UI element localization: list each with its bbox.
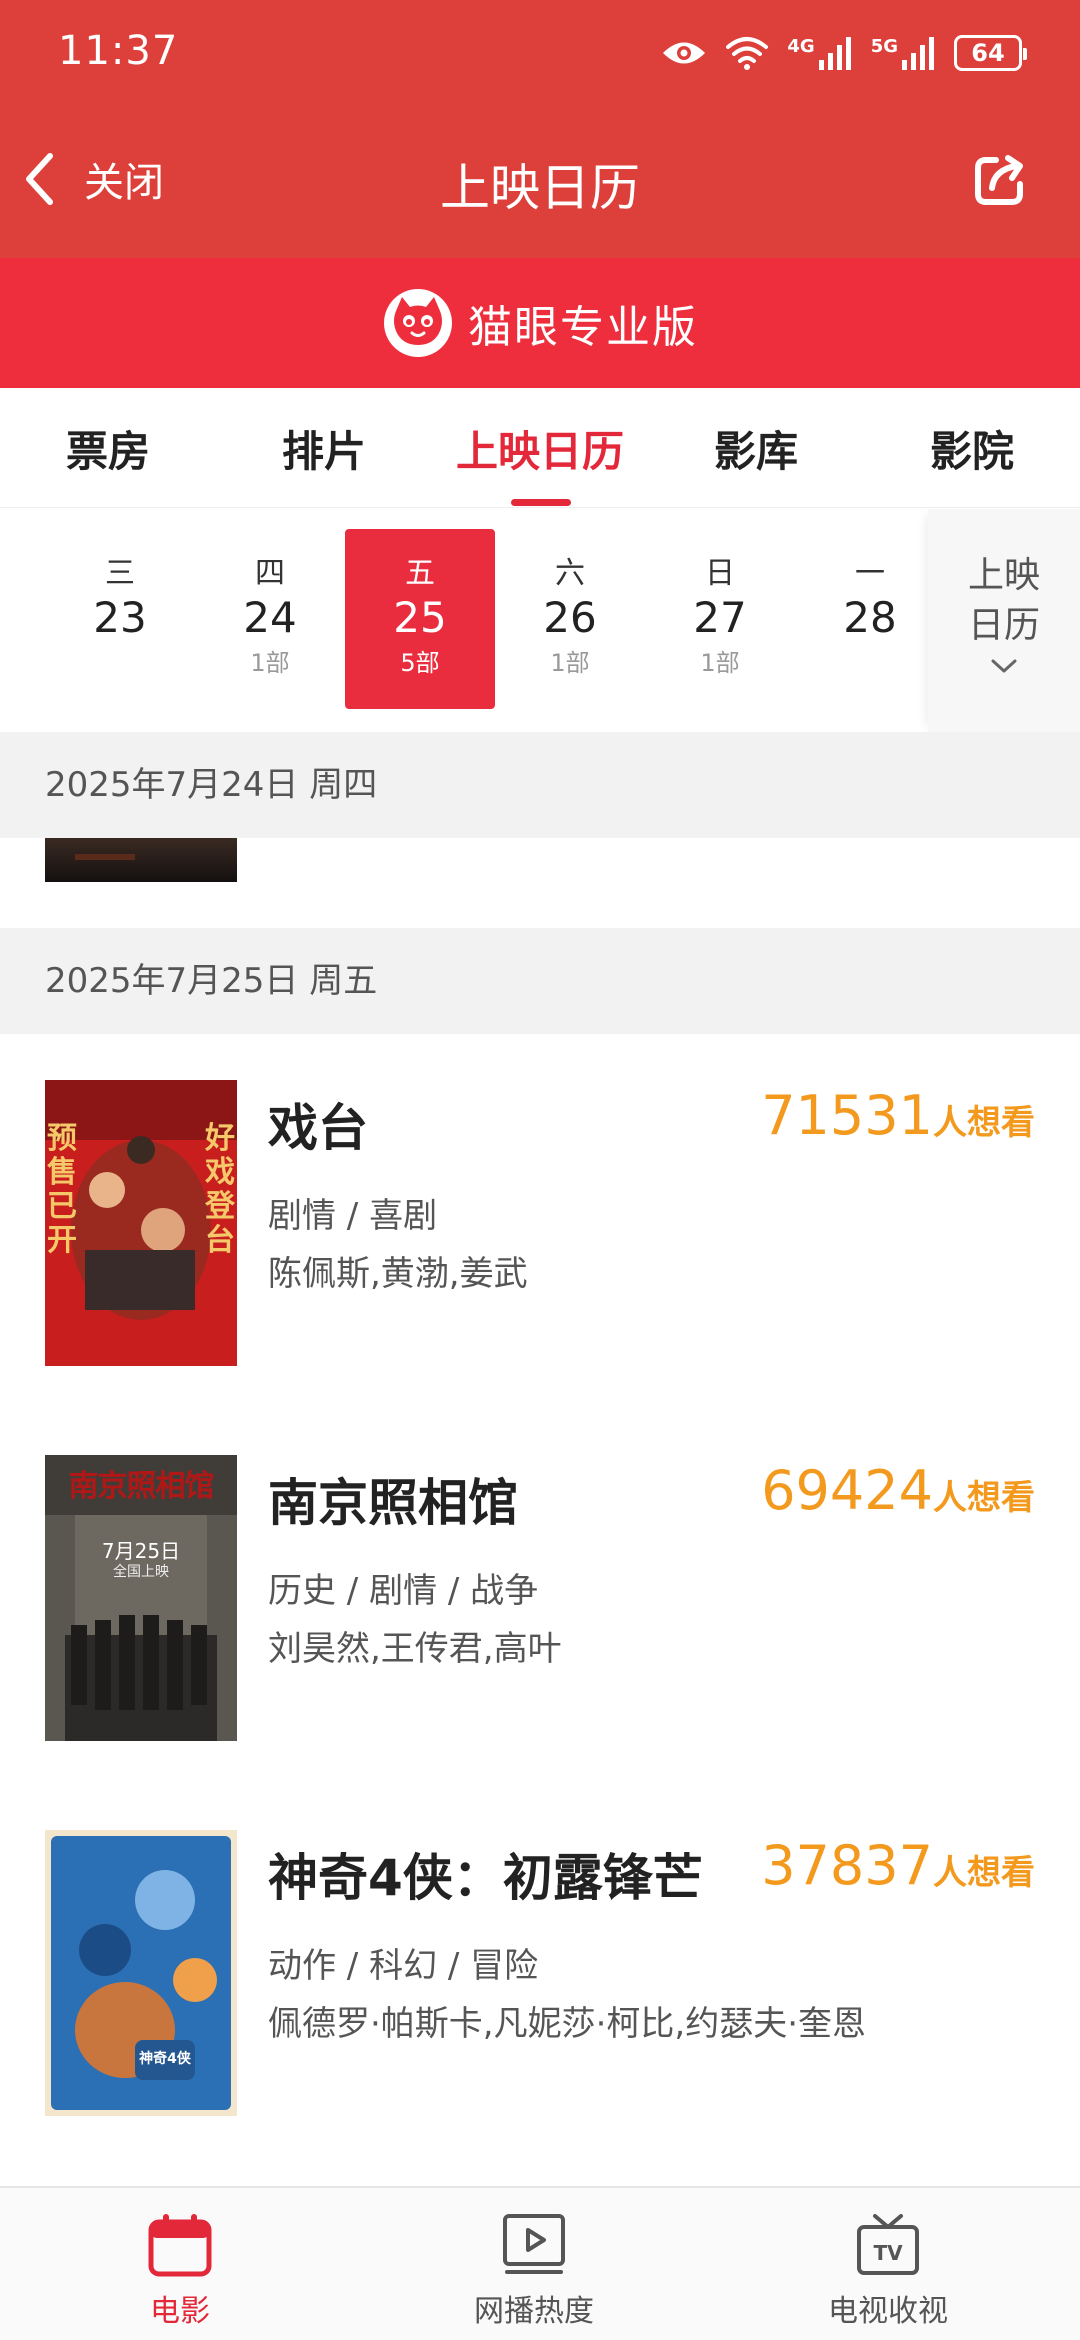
calendar-toggle-label: 上映日历 <box>967 555 1040 646</box>
section-date-header: 2025年7月25日 周五 <box>0 928 1080 1034</box>
list-spacer <box>0 882 1080 928</box>
tab-box-office[interactable]: 票房 <box>0 388 216 508</box>
tv-icon: TV <box>857 2214 919 2275</box>
brand-banner: 猫眼专业版 <box>0 258 1080 388</box>
want-to-see-count: 71531人想看 <box>761 1084 1035 1147</box>
nav-bar: 关闭 上映日历 <box>0 120 1080 240</box>
poster-text-left: 预售已开 <box>47 1121 77 1258</box>
share-button[interactable] <box>972 152 1028 212</box>
date-weekday: 六 <box>555 556 585 591</box>
date-weekday: 四 <box>255 556 285 591</box>
date-strip: 三 23 四 24 1部 五 25 5部 六 26 1部 日 27 1部 一 2… <box>0 509 1080 732</box>
tab-movie-library[interactable]: 影库 <box>648 388 864 508</box>
movie-title: 神奇4侠：初露锋芒 <box>268 1849 703 1907</box>
date-item[interactable]: 四 24 1部 <box>195 529 345 709</box>
want-number: 71531 <box>761 1084 933 1147</box>
date-weekday: 一 <box>855 556 885 591</box>
calendar-icon <box>148 2214 212 2277</box>
want-unit: 人想看 <box>933 1853 1035 1893</box>
date-item[interactable]: 三 23 <box>45 529 195 709</box>
date-count: 1部 <box>700 649 740 677</box>
want-to-see-count: 69424人想看 <box>761 1459 1035 1522</box>
svg-text:TV: TV <box>873 2241 903 2265</box>
date-item[interactable]: 日 27 1部 <box>645 529 795 709</box>
signal-4g-icon: 4G <box>787 36 852 70</box>
date-day: 24 <box>243 593 297 642</box>
date-count: 1部 <box>550 649 590 677</box>
bottom-nav: 电影 网播热度 TV 电视收视 <box>0 2186 1080 2340</box>
movie-item[interactable]: 南京照相馆 7月25日 全国上映 南京照相馆 69424人想看 历史 / 剧情 … <box>0 1455 1080 1745</box>
top-bar: 11:37 4G 5G 64 关闭 上映日历 <box>0 0 1080 258</box>
date-weekday: 三 <box>105 556 135 591</box>
eye-icon <box>663 42 706 64</box>
movie-title: 南京照相馆 <box>268 1474 518 1532</box>
page-title: 上映日历 <box>440 159 640 217</box>
status-time: 11:37 <box>58 28 179 74</box>
net-type-2: 5G <box>870 36 898 57</box>
movie-item[interactable]: 神奇4侠 神奇4侠：初露锋芒 37837人想看 动作 / 科幻 / 冒险 佩德罗… <box>0 1830 1080 2120</box>
date-item[interactable]: 一 28 <box>795 529 945 709</box>
date-day: 23 <box>93 593 147 642</box>
date-count <box>795 645 945 681</box>
bottom-nav-label: 电视收视 <box>828 2294 948 2329</box>
date-item[interactable]: 六 26 1部 <box>495 529 645 709</box>
calendar-expand-button[interactable]: 上映日历 <box>928 509 1080 732</box>
bottom-nav-label: 电影 <box>150 2294 210 2329</box>
play-icon <box>503 2214 565 2274</box>
movie-title: 戏台 <box>268 1099 368 1157</box>
movie-item[interactable]: 预售已开 好戏登台 戏台 71531人想看 剧情 / 喜剧 陈佩斯,黄渤,姜武 <box>0 1080 1080 1370</box>
date-item-selected[interactable]: 五 25 5部 <box>345 529 495 709</box>
movie-poster: 预售已开 好戏登台 <box>45 1080 237 1366</box>
chevron-down-icon <box>991 659 1017 673</box>
poster-title-text: 南京照相馆 <box>68 1469 215 1504</box>
want-unit: 人想看 <box>933 1103 1035 1143</box>
date-count: 5部 <box>400 649 440 677</box>
movie-genre: 动作 / 科幻 / 冒险 <box>268 1946 539 1986</box>
poster-badge-text: 神奇4侠 <box>139 2051 191 2067</box>
signal-5g-icon: 5G <box>871 36 936 70</box>
net-type-1: 4G <box>787 36 815 57</box>
movie-poster: 神奇4侠 <box>45 1830 237 2116</box>
movie-poster-partial[interactable] <box>45 838 237 882</box>
battery-level: 64 <box>971 39 1005 67</box>
want-number: 37837 <box>761 1834 933 1897</box>
tab-release-calendar[interactable]: 上映日历 <box>432 388 648 508</box>
bottom-nav-tv-ratings[interactable]: TV 电视收视 <box>738 2188 1038 2340</box>
bottom-nav-label: 网播热度 <box>474 2294 594 2329</box>
brand-name: 猫眼专业版 <box>468 302 698 353</box>
date-count <box>45 645 195 681</box>
want-number: 69424 <box>761 1459 933 1522</box>
bottom-nav-movies[interactable]: 电影 <box>30 2188 330 2340</box>
date-day: 26 <box>543 593 597 642</box>
poster-sub-text: 全国上映 <box>113 1564 169 1580</box>
battery-icon: 64 <box>954 35 1027 71</box>
movie-genre: 历史 / 剧情 / 战争 <box>268 1571 539 1611</box>
bottom-nav-web-heat[interactable]: 网播热度 <box>384 2188 684 2340</box>
status-icons: 4G 5G 64 <box>661 30 1027 76</box>
share-icon <box>975 155 1023 205</box>
date-count: 1部 <box>250 649 290 677</box>
movie-cast: 刘昊然,王传君,高叶 <box>268 1629 562 1669</box>
want-to-see-count: 37837人想看 <box>761 1834 1035 1897</box>
poster-text-right: 好戏登台 <box>205 1121 235 1258</box>
poster-date-text: 7月25日 <box>101 1539 181 1563</box>
active-tab-indicator <box>511 499 571 506</box>
section-date-header: 2025年7月24日 周四 <box>0 732 1080 838</box>
status-bar: 11:37 4G 5G 64 <box>0 0 1080 110</box>
want-unit: 人想看 <box>933 1478 1035 1518</box>
date-weekday: 五 <box>405 556 435 591</box>
main-tabs: 票房 排片 上映日历 影库 影院 <box>0 388 1080 508</box>
tab-cinemas[interactable]: 影院 <box>864 388 1080 508</box>
maoyan-cat-logo-icon <box>384 289 452 357</box>
tab-scheduling[interactable]: 排片 <box>216 388 432 508</box>
movie-cast: 佩德罗·帕斯卡,凡妮莎·柯比,约瑟夫·奎恩 <box>268 2004 867 2044</box>
movie-genre: 剧情 / 喜剧 <box>268 1196 438 1236</box>
date-day: 28 <box>843 593 897 642</box>
date-day: 25 <box>393 593 447 642</box>
date-weekday: 日 <box>705 556 735 591</box>
date-day: 27 <box>693 593 747 642</box>
movie-poster: 南京照相馆 7月25日 全国上映 <box>45 1455 237 1741</box>
wifi-icon <box>726 37 769 70</box>
movie-cast: 陈佩斯,黄渤,姜武 <box>268 1254 528 1294</box>
